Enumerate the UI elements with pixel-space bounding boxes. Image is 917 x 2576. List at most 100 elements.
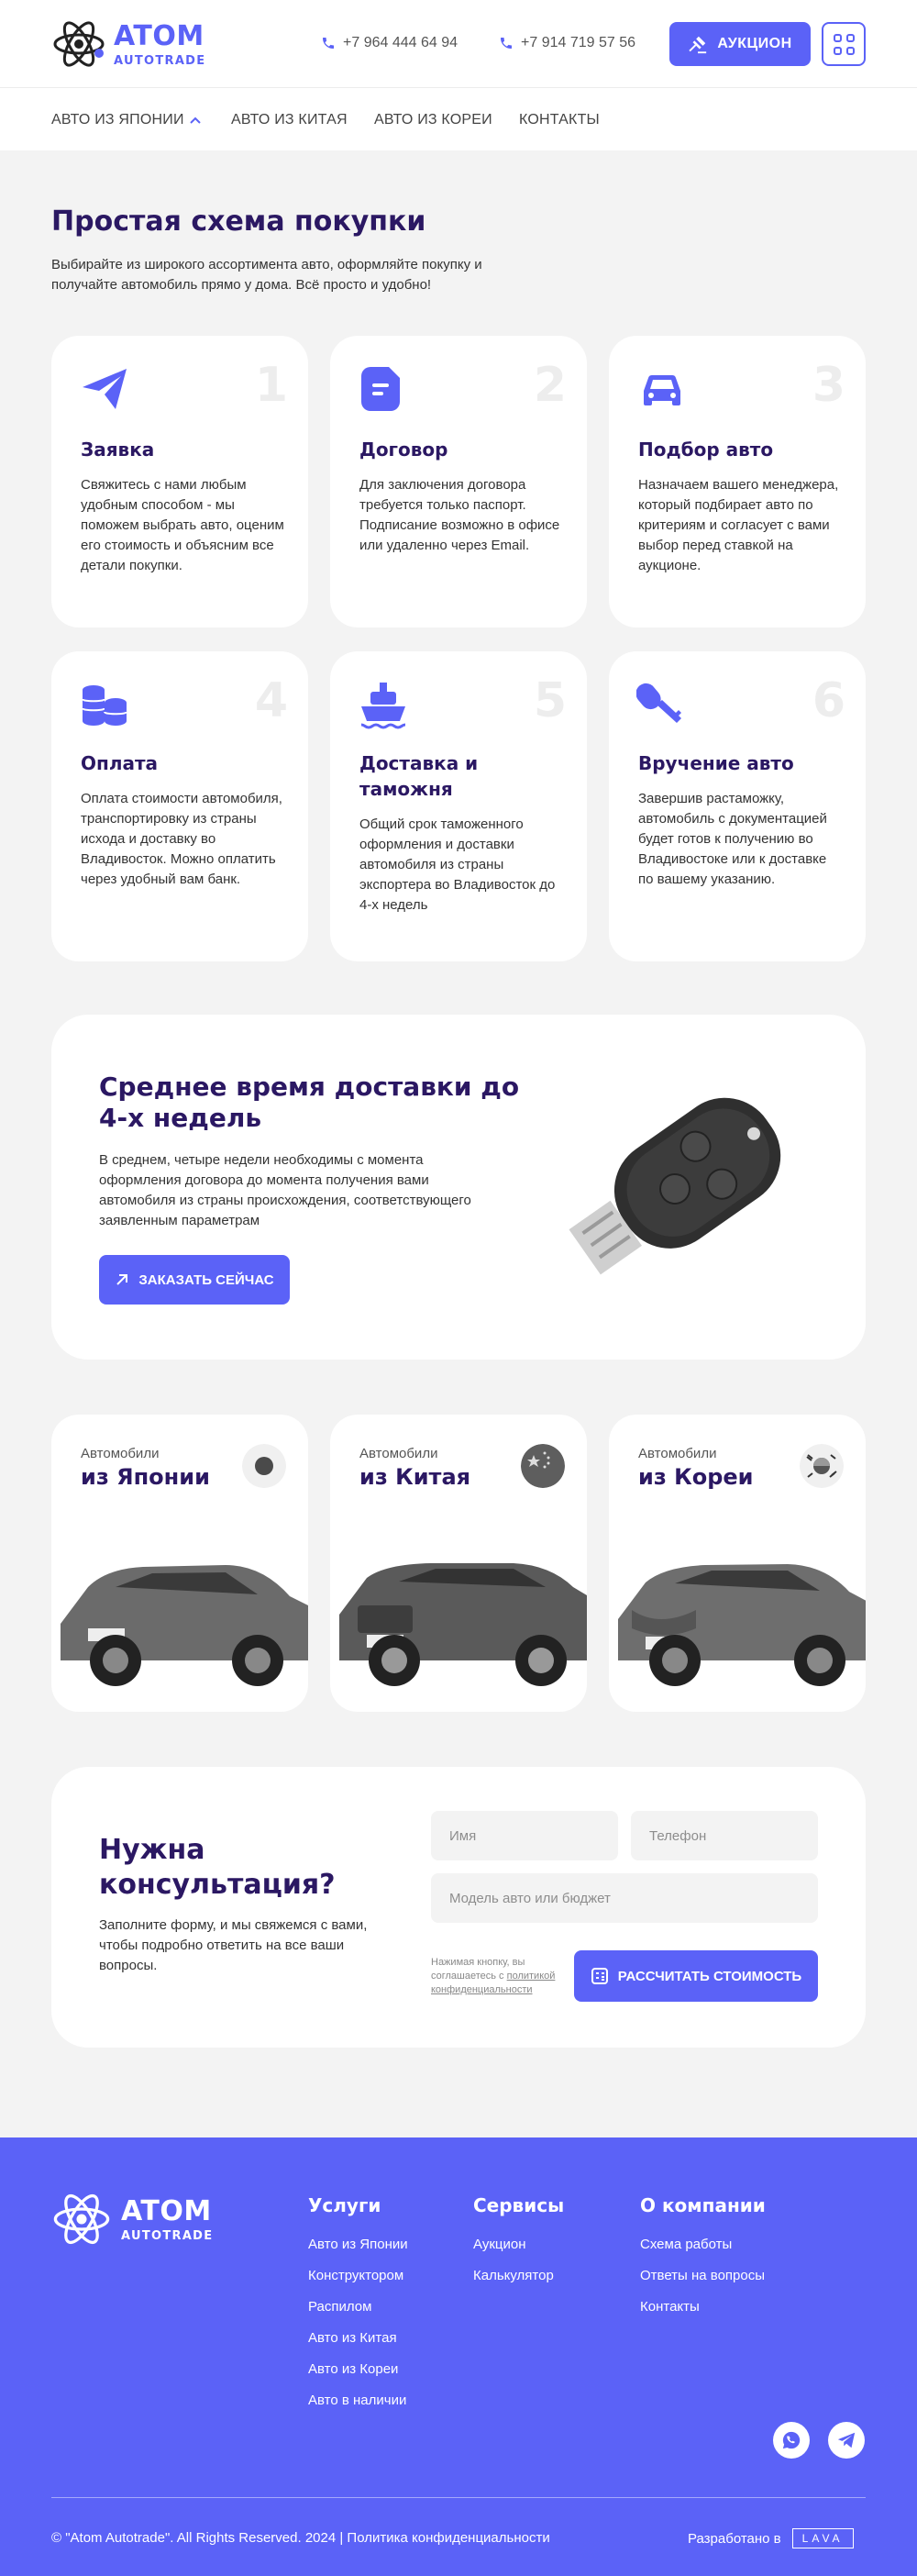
model-budget-input[interactable]	[431, 1873, 818, 1923]
footer-divider	[51, 2497, 866, 2498]
grid-icon	[833, 46, 842, 55]
developer-logo: LAVA	[791, 2528, 854, 2548]
nav-label: КОНТАКТЫ	[519, 112, 600, 128]
menu-grid-button[interactable]	[822, 22, 866, 66]
step-card: 5 Доставка и таможня Общий срок таможенн…	[330, 651, 587, 961]
step-text: Свяжитесь с нами любым удобным способом …	[81, 477, 284, 573]
consultation-text: Заполните форму, и мы свяжемся с вами, ч…	[99, 1917, 368, 1973]
footer-logo-title: ATOM	[121, 2195, 212, 2227]
step-card: 6 Вручение авто Завершив растаможку, авт…	[609, 651, 866, 961]
document-icon	[361, 367, 400, 411]
calculate-cost-label: РАССЧИТАТЬ СТОИМОСТЬ	[617, 1968, 802, 1984]
nav-label: АВТО ИЗ КОРЕИ	[374, 112, 492, 128]
developer-credit[interactable]: Разработано в LAVA	[688, 2528, 854, 2548]
step-card: 1 Заявка Свяжитесь с нами любым удобным …	[51, 336, 308, 627]
key-icon	[636, 683, 681, 723]
delivery-banner: Среднее время доставки до 4-х недель В с…	[51, 1015, 866, 1360]
japan-flag-icon	[242, 1444, 286, 1488]
country-title: из Кореи	[638, 1464, 754, 1490]
step-card: 4 Оплата Оплата стоимости автомобиля, тр…	[51, 651, 308, 961]
step-title: Договор	[359, 439, 448, 461]
auction-button[interactable]: АУКЦИОН	[669, 22, 811, 66]
china-flag-icon	[521, 1444, 565, 1488]
step-text: Общий срок таможенного оформления и дост…	[359, 816, 556, 913]
phone-link-2[interactable]: +7 914 719 57 56	[499, 35, 635, 51]
whatsapp-button[interactable]	[773, 2422, 810, 2459]
delivery-text: В среднем, четыре недели необходимы с мо…	[99, 1152, 471, 1228]
step-number: 4	[254, 673, 288, 728]
nav-item-japan[interactable]: АВТО ИЗ ЯПОНИИ	[51, 112, 201, 128]
step-title: Подбор авто	[638, 439, 774, 461]
order-now-button[interactable]: ЗАКАЗАТЬ СЕЙЧАС	[99, 1255, 290, 1305]
footer-link[interactable]: Ответы на вопросы	[640, 2268, 766, 2283]
footer-col-title: Сервисы	[473, 2194, 565, 2216]
calculator-icon	[591, 1968, 608, 1984]
footer: ATOM AUTOTRADE Услуги Авто из Японии Кон…	[0, 2137, 917, 2576]
footer-link[interactable]: Аукцион	[473, 2237, 564, 2252]
steps-subtitle: Выбирайте из широкого ассортимента авто,…	[51, 257, 482, 293]
nav-item-china[interactable]: АВТО ИЗ КИТАЯ	[231, 112, 348, 128]
footer-link[interactable]: Схема работы	[640, 2237, 766, 2252]
gavel-icon	[689, 36, 707, 54]
nav-item-korea[interactable]: АВТО ИЗ КОРЕИ	[374, 112, 492, 128]
auction-label: АУКЦИОН	[717, 36, 792, 51]
step-title: Вручение авто	[638, 752, 794, 774]
car-image	[61, 1565, 308, 1686]
country-card-china[interactable]: Автомобили из Китая	[330, 1415, 587, 1712]
nav-label: АВТО ИЗ ЯПОНИИ	[51, 112, 184, 128]
step-title: Оплата	[81, 752, 159, 774]
telegram-button[interactable]	[828, 2422, 865, 2459]
country-prefix: Автомобили	[81, 1446, 160, 1461]
phone-input[interactable]	[631, 1811, 818, 1860]
car-image	[618, 1564, 866, 1686]
country-prefix: Автомобили	[638, 1446, 717, 1461]
step-card: 3 Подбор авто Назначаем вашего менеджера…	[609, 336, 866, 627]
main-nav: АВТО ИЗ ЯПОНИИ АВТО ИЗ КИТАЯ АВТО ИЗ КОР…	[0, 88, 917, 150]
footer-link[interactable]: Распилом	[308, 2299, 408, 2315]
logo[interactable]: ATOM AUTOTRADE	[51, 17, 205, 72]
footer-link[interactable]: Авто из Японии	[308, 2237, 408, 2252]
step-number: 6	[812, 673, 845, 728]
grid-icon	[833, 33, 842, 42]
consultation-form-card: Нужна консультация? Заполните форму, и м…	[51, 1767, 866, 2048]
phone-number-2: +7 914 719 57 56	[521, 35, 636, 50]
chevron-up-icon	[189, 117, 201, 124]
whatsapp-icon	[782, 2431, 801, 2449]
logo-title: ATOM	[114, 20, 204, 52]
copyright[interactable]: © "Atom Autotrade". All Rights Reserved.…	[51, 2530, 550, 2546]
country-card-japan[interactable]: Автомобили из Японии	[51, 1415, 308, 1712]
country-prefix: Автомобили	[359, 1446, 438, 1461]
footer-link[interactable]: Авто из Китая	[308, 2330, 408, 2346]
arrow-up-right-icon	[116, 1274, 128, 1285]
car-key-image	[569, 1097, 781, 1275]
footer-col-services: Услуги Авто из Японии Конструктором Расп…	[308, 2194, 408, 2424]
step-text: Оплата стоимости автомобиля, транспортир…	[81, 791, 282, 887]
footer-link[interactable]: Калькулятор	[473, 2268, 564, 2283]
page: ATOM AUTOTRADE +7 964 444 64 94 +7 914 7…	[0, 0, 917, 2576]
name-input[interactable]	[431, 1811, 618, 1860]
logo-subtitle: AUTOTRADE	[114, 54, 206, 68]
step-number: 1	[254, 358, 288, 413]
atom-logo-icon	[53, 2193, 110, 2245]
step-number: 2	[533, 358, 567, 413]
grid-icon	[845, 33, 855, 42]
footer-link[interactable]: Контакты	[640, 2299, 766, 2315]
footer-link[interactable]: Авто из Кореи	[308, 2361, 408, 2377]
phone-icon	[323, 38, 334, 49]
step-text: Назначаем вашего менеджера, который подб…	[638, 477, 839, 573]
country-card-korea[interactable]: Автомобили из Кореи	[609, 1415, 866, 1712]
nav-item-contacts[interactable]: КОНТАКТЫ	[519, 112, 600, 128]
step-title: Доставка и таможня	[359, 752, 479, 800]
nav-label: АВТО ИЗ КИТАЯ	[231, 112, 348, 128]
footer-link[interactable]: Конструктором	[308, 2268, 408, 2283]
footer-col-tools: Сервисы Аукцион Калькулятор	[473, 2194, 564, 2299]
footer-logo-subtitle: AUTOTRADE	[121, 2229, 214, 2243]
footer-link[interactable]: Авто в наличии	[308, 2393, 408, 2408]
header: ATOM AUTOTRADE +7 964 444 64 94 +7 914 7…	[0, 0, 917, 88]
phone-link-1[interactable]: +7 964 444 64 94	[321, 35, 458, 51]
step-card: 2 Договор Для заключения договора требуе…	[330, 336, 587, 627]
calculate-cost-button[interactable]: РАССЧИТАТЬ СТОИМОСТЬ	[574, 1950, 818, 2002]
footer-logo[interactable]: ATOM AUTOTRADE	[51, 2189, 213, 2249]
car-icon	[644, 374, 680, 405]
consultation-title: Нужна консультация?	[99, 1834, 336, 1901]
